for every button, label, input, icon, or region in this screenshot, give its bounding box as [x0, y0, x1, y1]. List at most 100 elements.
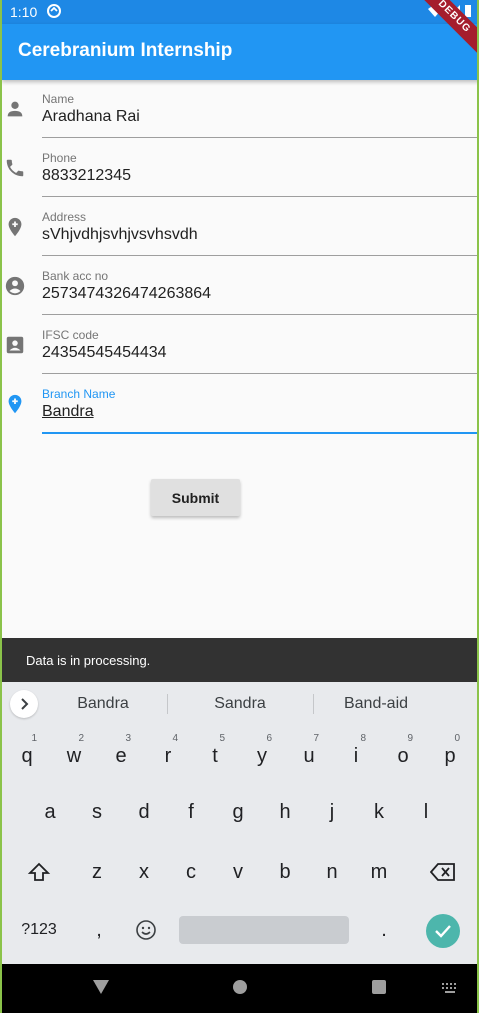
key-label: p: [444, 745, 456, 767]
status-time: 1:10: [10, 4, 38, 20]
key-r[interactable]: r4: [146, 733, 190, 778]
period-key[interactable]: .: [362, 908, 406, 952]
name-field[interactable]: Name: [2, 80, 477, 139]
ifsc-field[interactable]: IFSC code: [2, 316, 477, 375]
suggestion-3[interactable]: Band-aid: [311, 695, 441, 713]
submit-button[interactable]: Submit: [151, 479, 240, 516]
key-s[interactable]: s: [75, 790, 119, 834]
shift-key[interactable]: [17, 850, 61, 894]
key-h[interactable]: h: [263, 790, 307, 834]
key-label: t: [212, 745, 218, 767]
snackbar: Data is in processing.: [2, 638, 477, 682]
shift-icon: [27, 862, 51, 881]
emoji-icon: [136, 920, 156, 940]
ifsc-input[interactable]: [42, 344, 472, 362]
phone-field[interactable]: Phone: [2, 139, 477, 198]
key-n[interactable]: n: [310, 850, 354, 894]
name-input[interactable]: [42, 108, 472, 126]
recents-nav-button[interactable]: [372, 980, 386, 999]
branch-name-underline: [42, 432, 477, 434]
key-hint: 8: [360, 733, 366, 744]
bank-account-field[interactable]: Bank acc no: [2, 257, 477, 316]
key-x[interactable]: x: [122, 850, 166, 894]
key-hint: 7: [313, 733, 319, 744]
phone-label: Phone: [42, 151, 77, 165]
bank-account-underline: [42, 314, 477, 315]
keyboard-switch-button[interactable]: [442, 982, 458, 1000]
key-hint: 2: [78, 733, 84, 744]
key-label: w: [66, 745, 82, 767]
key-label: o: [397, 745, 409, 767]
key-hint: 4: [172, 733, 178, 744]
key-k[interactable]: k: [357, 790, 401, 834]
checkmark-icon: [435, 925, 451, 938]
backspace-icon: [429, 863, 455, 881]
backspace-key[interactable]: [421, 850, 465, 894]
key-y[interactable]: y6: [240, 733, 284, 778]
branch-name-field[interactable]: Branch Name: [2, 375, 477, 434]
key-hint: 3: [125, 733, 131, 744]
key-hint: 9: [407, 733, 413, 744]
key-v[interactable]: v: [216, 850, 260, 894]
branch-name-input[interactable]: [42, 403, 472, 421]
key-label: y: [257, 745, 267, 767]
symbols-key[interactable]: ?123: [14, 908, 64, 952]
keyboard-icon: [442, 983, 456, 993]
add-location-icon: [4, 216, 26, 238]
suggestion-2[interactable]: Sandra: [175, 695, 305, 713]
emoji-key[interactable]: [124, 908, 168, 952]
suggestion-divider: [167, 694, 168, 714]
key-l[interactable]: l: [404, 790, 448, 834]
key-i[interactable]: i8: [334, 733, 378, 778]
home-circle-icon: [233, 980, 247, 994]
comma-key[interactable]: ,: [77, 908, 121, 952]
key-a[interactable]: a: [28, 790, 72, 834]
app-title: Cerebranium Internship: [18, 40, 233, 61]
expand-suggestions-button[interactable]: [10, 690, 38, 718]
address-underline: [42, 255, 477, 256]
key-f[interactable]: f: [169, 790, 213, 834]
bank-account-label: Bank acc no: [42, 269, 109, 283]
home-nav-button[interactable]: [232, 979, 248, 1000]
key-c[interactable]: c: [169, 850, 213, 894]
ifsc-underline: [42, 373, 477, 374]
ifsc-label: IFSC code: [42, 328, 99, 342]
key-label: i: [353, 745, 359, 767]
account-circle-icon: [4, 275, 26, 297]
back-nav-button[interactable]: [91, 978, 111, 1001]
key-m[interactable]: m: [357, 850, 401, 894]
key-hint: 5: [219, 733, 225, 744]
space-key[interactable]: [179, 916, 349, 944]
chevron-right-icon: [21, 698, 29, 710]
phone-input[interactable]: [42, 167, 472, 185]
suggestion-1[interactable]: Bandra: [38, 695, 168, 713]
enter-key[interactable]: [426, 914, 460, 948]
app-screen: 1:10 DEBUG Cerebranium Internship Name P…: [0, 0, 479, 1013]
bank-account-input[interactable]: [42, 285, 472, 303]
address-input[interactable]: [42, 226, 472, 244]
address-field[interactable]: Address: [2, 198, 477, 257]
key-u[interactable]: u7: [287, 733, 331, 778]
key-label: q: [21, 745, 33, 767]
key-o[interactable]: o9: [381, 733, 425, 778]
key-d[interactable]: d: [122, 790, 166, 834]
key-hint: 0: [454, 733, 460, 744]
snackbar-text: Data is in processing.: [26, 653, 151, 668]
suggestion-strip: Bandra Sandra Band-aid: [2, 682, 477, 726]
key-e[interactable]: e3: [99, 733, 143, 778]
key-b[interactable]: b: [263, 850, 307, 894]
sync-icon: [46, 3, 62, 22]
soft-keyboard: Bandra Sandra Band-aid q1 w2 e3 r4 t5 y6…: [2, 682, 477, 964]
key-j[interactable]: j: [310, 790, 354, 834]
key-q[interactable]: q1: [5, 733, 49, 778]
key-t[interactable]: t5: [193, 733, 237, 778]
key-label: r: [164, 745, 172, 767]
branch-name-label: Branch Name: [42, 387, 116, 401]
name-label: Name: [42, 92, 75, 106]
person-icon: [4, 98, 26, 120]
key-w[interactable]: w2: [52, 733, 96, 778]
key-p[interactable]: p0: [428, 733, 472, 778]
key-label: e: [115, 745, 127, 767]
key-g[interactable]: g: [216, 790, 260, 834]
key-z[interactable]: z: [75, 850, 119, 894]
